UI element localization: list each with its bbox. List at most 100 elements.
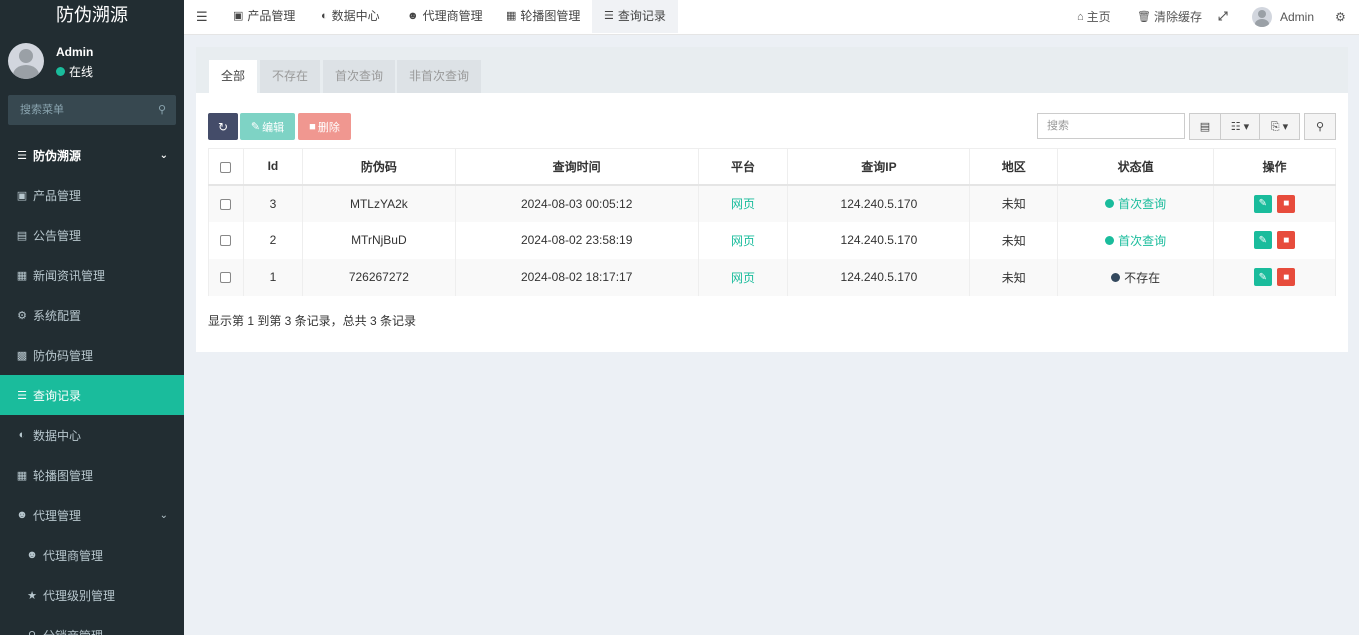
list-icon: ☰: [604, 10, 614, 22]
sidebar-item-data-center[interactable]: ◐ 数据中心: [0, 415, 184, 455]
row-edit-button[interactable]: ✎: [1253, 268, 1272, 286]
tab-carousel[interactable]: ▦ 轮播图管理: [506, 0, 580, 33]
row-delete-button[interactable]: ■: [1277, 268, 1296, 286]
tab-query-records[interactable]: ☰ 查询记录: [592, 0, 678, 33]
col-platform[interactable]: 平台: [697, 148, 789, 186]
row-checkbox[interactable]: [220, 272, 232, 284]
cell-status: 不存在: [1057, 258, 1215, 296]
status-badge[interactable]: 首次查询: [1105, 195, 1166, 212]
columns-button[interactable]: ☷ ▾: [1220, 113, 1260, 140]
search-icon: ⚲: [1315, 121, 1325, 133]
search-icon[interactable]: ⚲: [158, 103, 166, 116]
sidebar-item-agents[interactable]: ☻ 代理管理 ⌄: [0, 495, 184, 535]
clear-cache-button[interactable]: 🗑 清除缓存: [1137, 0, 1202, 33]
tab-data-center[interactable]: ◐ 数据中心: [321, 0, 380, 33]
cell-code: MTrNjBuD: [301, 221, 456, 259]
sidebar-item-query-records[interactable]: ☰ 查询记录: [0, 375, 184, 415]
sidebar-item-agent-levels[interactable]: ★ 代理级别管理: [0, 575, 184, 615]
sidebar-item-config[interactable]: ⚙ 系统配置: [0, 295, 184, 335]
sidebar-item-distributors[interactable]: ⚲ 分销商管理: [0, 615, 184, 635]
pagination-summary: 显示第 1 到第 3 条记录，总共 3 条记录: [208, 314, 417, 328]
filter-tab-not-exist[interactable]: 不存在: [260, 60, 321, 93]
dashboard-icon: ◐: [18, 429, 26, 441]
sidebar-item-products[interactable]: ▣ 产品管理: [0, 175, 184, 215]
edit-label: 编辑: [262, 121, 285, 134]
status-badge[interactable]: 不存在: [1111, 269, 1160, 286]
advanced-search-button[interactable]: ⚲: [1304, 113, 1336, 140]
sidebar-item-agent-list[interactable]: ☻ 代理商管理: [0, 535, 184, 575]
col-time[interactable]: 查询时间: [454, 148, 699, 186]
col-region[interactable]: 地区: [969, 148, 1059, 186]
sidebar-item-codes[interactable]: ▩ 防伪码管理: [0, 335, 184, 375]
col-actions: 操作: [1213, 148, 1336, 186]
user-name: Admin: [56, 45, 94, 59]
cell-actions: ✎ ■: [1213, 258, 1336, 296]
cell-status: 首次查询: [1057, 184, 1215, 222]
avatar: [1252, 6, 1272, 27]
cell-code: MTLzYA2k: [301, 184, 456, 222]
sidebar-item-label: 代理管理: [33, 508, 82, 523]
table-row: 3 MTLzYA2k 2024-08-03 00:05:12 网页 124.24…: [208, 184, 1336, 222]
cell-time: 2024-08-03 00:05:12: [454, 184, 699, 222]
tab-products[interactable]: ▣ 产品管理: [233, 0, 295, 33]
filter-tab-all[interactable]: 全部: [209, 60, 258, 93]
user-status: 在线: [56, 63, 93, 80]
table-search-input[interactable]: [1038, 114, 1184, 138]
fullscreen-button[interactable]: ⤢: [1218, 0, 1228, 33]
refresh-icon: ↻: [217, 119, 229, 134]
sidebar-search-input[interactable]: [8, 95, 148, 125]
toggle-view-button[interactable]: ▤: [1189, 113, 1221, 140]
home-link[interactable]: ⌂ 主页: [1077, 0, 1111, 33]
col-code[interactable]: 防伪码: [301, 148, 456, 186]
top-navbar: ☰ ▣ 产品管理 ◐ 数据中心 ☻ 代理商管理 ▦ 轮播图管理 ☰ 查询记录 ⌂…: [184, 0, 1359, 35]
records-table: Id 防伪码 查询时间 平台 查询IP 地区 状态值 操作 3 MTLzYA2k…: [208, 148, 1336, 296]
pencil-icon: ✎: [250, 121, 261, 133]
sidebar-item-label: 代理级别管理: [43, 588, 116, 603]
status-badge[interactable]: 首次查询: [1105, 232, 1166, 249]
settings-button[interactable]: ⚙: [1335, 0, 1346, 33]
export-button[interactable]: ⎘ ▾: [1259, 113, 1300, 140]
cell-id: 3: [242, 184, 303, 222]
users-icon: ☻: [407, 10, 419, 22]
menu-toggle-button[interactable]: ☰: [196, 0, 208, 33]
select-all-cell: [208, 148, 244, 186]
cell-platform[interactable]: 网页: [697, 221, 789, 259]
edit-button[interactable]: ✎ 编辑: [240, 113, 295, 140]
app-logo-title[interactable]: 防伪溯源: [0, 0, 184, 30]
table-header-row: Id 防伪码 查询时间 平台 查询IP 地区 状态值 操作: [208, 148, 1336, 186]
chevron-down-icon: ⌄: [159, 149, 168, 161]
row-checkbox[interactable]: [220, 235, 232, 247]
sidebar-item-carousel[interactable]: ▦ 轮播图管理: [0, 455, 184, 495]
cell-platform[interactable]: 网页: [697, 258, 789, 296]
row-delete-button[interactable]: ■: [1277, 194, 1296, 213]
row-edit-button[interactable]: ✎: [1253, 194, 1272, 213]
cell-ip: 124.240.5.170: [787, 258, 971, 296]
col-status[interactable]: 状态值: [1057, 148, 1215, 186]
user-menu[interactable]: Admin: [1252, 0, 1314, 33]
col-ip[interactable]: 查询IP: [787, 148, 971, 186]
tab-agents[interactable]: ☻ 代理商管理: [407, 0, 483, 33]
pencil-icon: ✎: [1258, 271, 1268, 283]
select-all-checkbox[interactable]: [220, 161, 232, 173]
row-delete-button[interactable]: ■: [1277, 231, 1296, 249]
status-dot-icon: [1105, 235, 1115, 245]
sidebar-item-header[interactable]: ☰ 防伪溯源 ⌄: [0, 135, 184, 175]
row-select-cell: [208, 221, 244, 259]
table-row: 2 MTrNjBuD 2024-08-02 23:58:19 网页 124.24…: [208, 221, 1336, 259]
filter-tab-not-first-query[interactable]: 非首次查询: [397, 60, 482, 93]
row-select-cell: [208, 258, 244, 296]
online-dot-icon: [56, 67, 65, 76]
sidebar-item-news[interactable]: ▦ 新闻资讯管理: [0, 255, 184, 295]
row-edit-button[interactable]: ✎: [1253, 231, 1272, 249]
filter-tab-first-query[interactable]: 首次查询: [323, 60, 396, 93]
cell-platform[interactable]: 网页: [697, 184, 789, 222]
col-id[interactable]: Id: [242, 148, 303, 186]
cell-status: 首次查询: [1057, 221, 1215, 259]
content-panel: 全部 不存在 首次查询 非首次查询 ↻ ✎ 编辑 ■ 删除 ▤ ☷ ▾ ⎘ ▾ …: [196, 47, 1348, 352]
sidebar-item-announcements[interactable]: ▤ 公告管理: [0, 215, 184, 255]
cell-actions: ✎ ■: [1213, 221, 1336, 259]
row-checkbox[interactable]: [220, 198, 232, 210]
refresh-button[interactable]: ↻: [208, 113, 238, 140]
sidebar-item-label: 数据中心: [33, 428, 82, 443]
delete-button[interactable]: ■ 删除: [298, 113, 351, 140]
